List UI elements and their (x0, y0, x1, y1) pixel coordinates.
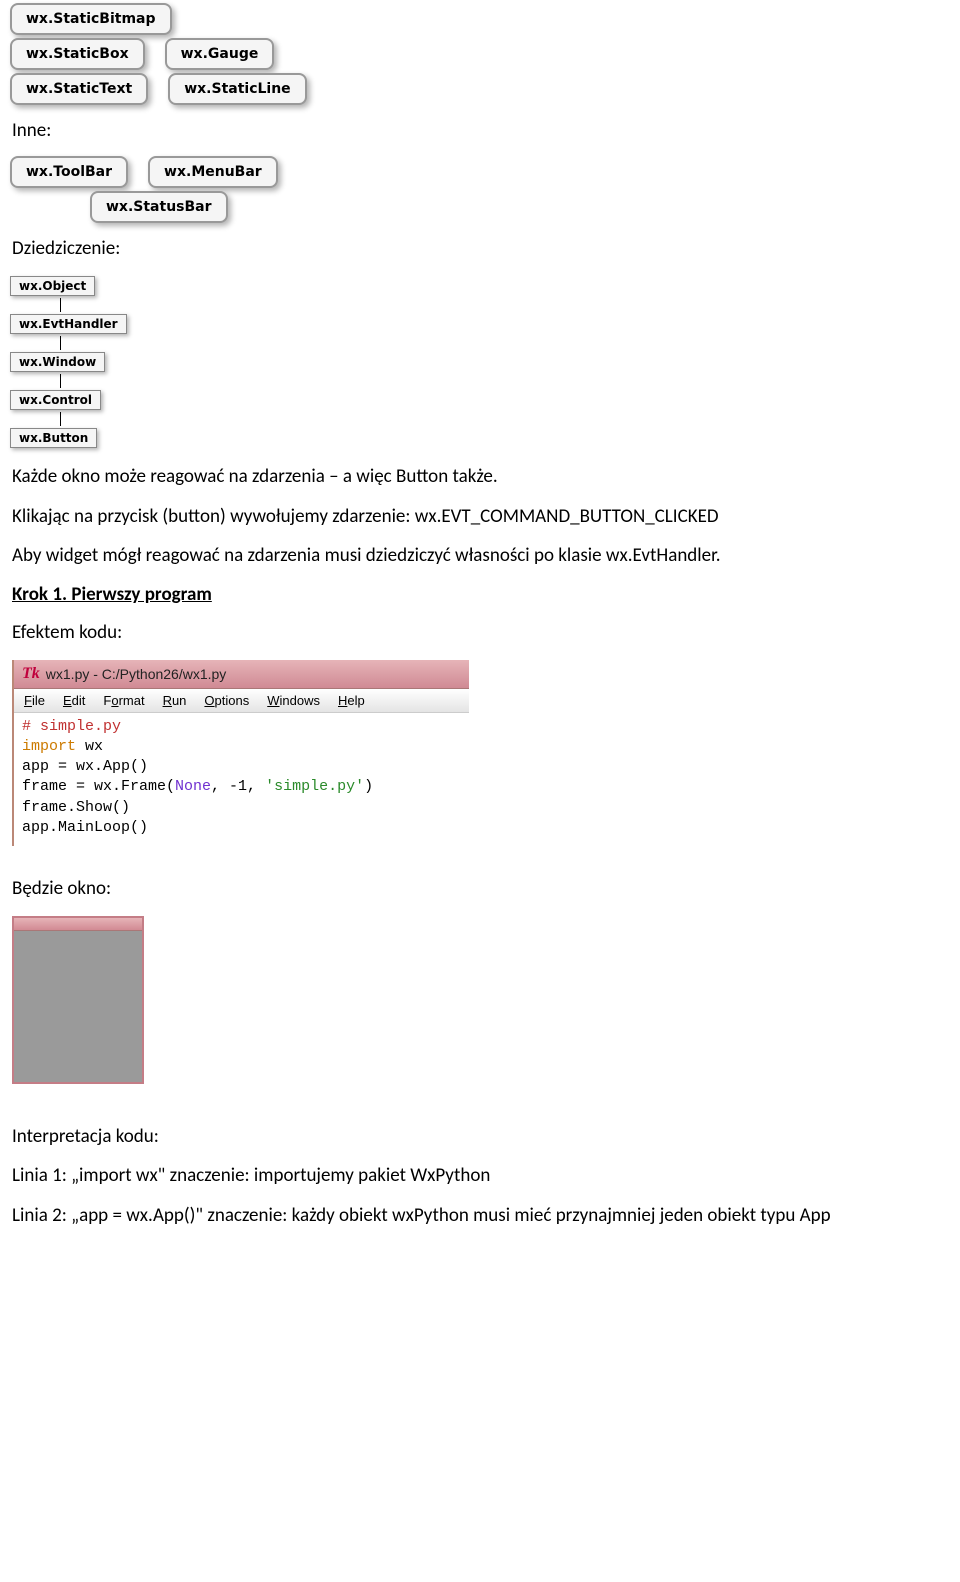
label-efektem: Efektem kodu: (12, 620, 948, 646)
editor-title-text: wx1.py - C:/Python26/wx1.py (46, 666, 227, 682)
paragraph-3: Aby widget mógł reagować na zdarzenia mu… (12, 543, 948, 569)
menu-help[interactable]: Help (338, 693, 365, 708)
chip-wx-object: wx.Object (10, 276, 95, 296)
menu-run[interactable]: Run (163, 693, 187, 708)
menu-file[interactable]: File (24, 693, 45, 708)
chip-wx-staticbox: wx.StaticBox (10, 38, 145, 70)
editor-titlebar: Tk wx1.py - C:/Python26/wx1.py (14, 660, 469, 689)
code-line-4b: , -1, (211, 778, 265, 795)
chip-wx-window: wx.Window (10, 352, 105, 372)
section-dziedziczenie: Dziedziczenie: (12, 237, 960, 260)
chip-wx-statictext: wx.StaticText (10, 73, 148, 105)
inheritance-chain: wx.Object wx.EvtHandler wx.Window wx.Con… (10, 274, 960, 450)
paragraph-2: Klikając na przycisk (button) wywołujemy… (12, 504, 948, 530)
chip-row-inne-1: wx.ToolBar wx.MenuBar (10, 156, 960, 188)
chip-wx-statusbar: wx.StatusBar (90, 191, 228, 223)
linia-1: Linia 1: „import wx" znaczenie: importuj… (12, 1163, 948, 1189)
editor-code[interactable]: # simple.py import wx app = wx.App() fra… (14, 713, 469, 847)
editor-menubar: File Edit Format Run Options Windows Hel… (14, 689, 469, 713)
result-window (12, 916, 144, 1084)
chip-row-static-2: wx.StaticBox wx.Gauge (10, 38, 960, 70)
chip-wx-control: wx.Control (10, 390, 101, 410)
code-line-1: # simple.py (22, 718, 121, 735)
code-line-4c: ) (364, 778, 373, 795)
menu-options[interactable]: Options (204, 693, 249, 708)
chip-wx-toolbar: wx.ToolBar (10, 156, 128, 188)
tk-icon: Tk (22, 665, 40, 683)
code-line-5: frame.Show() (22, 798, 461, 818)
label-interpretacja: Interpretacja kodu: (12, 1124, 948, 1150)
code-line-2-rest: wx (76, 738, 103, 755)
step-heading: Krok 1. Pierwszy program (12, 583, 948, 606)
menu-windows[interactable]: Windows (267, 693, 320, 708)
chip-wx-gauge: wx.Gauge (165, 38, 275, 70)
label-bedzie: Będzie okno: (12, 876, 948, 902)
code-str: 'simple.py' (265, 778, 364, 795)
editor-window: Tk wx1.py - C:/Python26/wx1.py File Edit… (12, 660, 469, 847)
linia-2: Linia 2: „app = wx.App()" znaczenie: każ… (12, 1203, 948, 1229)
inherit-connector (60, 336, 61, 350)
code-line-4a: frame = wx.Frame( (22, 778, 175, 795)
chip-row-static-1: wx.StaticBitmap (10, 3, 960, 35)
chip-row-static-3: wx.StaticText wx.StaticLine (10, 73, 960, 105)
menu-edit[interactable]: Edit (63, 693, 85, 708)
chip-wx-menubar: wx.MenuBar (148, 156, 278, 188)
inherit-connector (60, 412, 61, 426)
inherit-connector (60, 298, 61, 312)
chip-row-inne-2: wx.StatusBar (90, 191, 960, 223)
code-kw-import: import (22, 738, 76, 755)
code-none: None (175, 778, 211, 795)
chip-wx-button: wx.Button (10, 428, 97, 448)
code-line-3: app = wx.App() (22, 757, 461, 777)
chip-wx-staticline: wx.StaticLine (168, 73, 306, 105)
chip-wx-staticbitmap: wx.StaticBitmap (10, 3, 172, 35)
inherit-connector (60, 374, 61, 388)
code-line-6: app.MainLoop() (22, 818, 461, 838)
section-inne: Inne: (12, 119, 960, 142)
chip-wx-evthandler: wx.EvtHandler (10, 314, 127, 334)
menu-format[interactable]: Format (103, 693, 144, 708)
paragraph-1: Każde okno może reagować na zdarzenia – … (12, 464, 948, 490)
